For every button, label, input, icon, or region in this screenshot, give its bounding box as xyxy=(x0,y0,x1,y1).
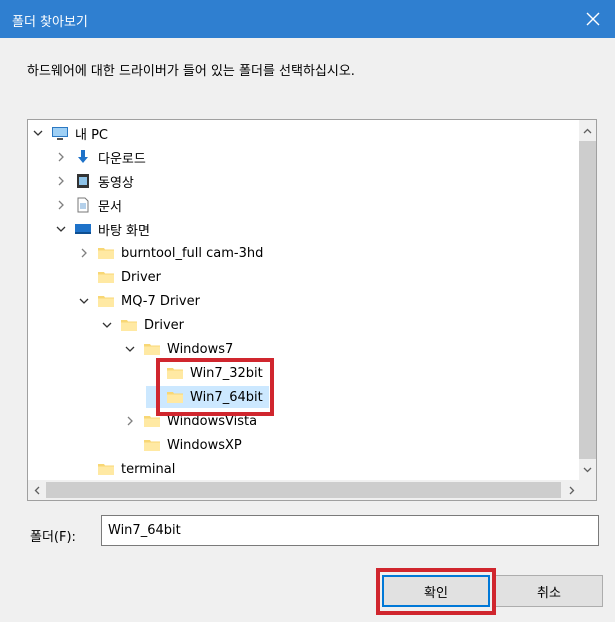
chevron-down-icon[interactable] xyxy=(54,222,68,236)
close-button[interactable] xyxy=(571,0,615,38)
tree-item[interactable]: 문서 xyxy=(54,194,122,216)
vertical-scroll-thumb[interactable] xyxy=(579,141,596,459)
chevron-down-icon[interactable] xyxy=(100,318,114,332)
chevron-right-icon[interactable] xyxy=(54,150,68,164)
tree-item[interactable]: Win7_64bit xyxy=(146,386,269,408)
chevron-right-icon xyxy=(569,486,575,494)
folder-icon xyxy=(120,317,138,333)
folder-icon xyxy=(97,293,115,309)
chevron-down-icon[interactable] xyxy=(77,294,91,308)
folder-tree[interactable]: 내 PC 다운로드동영상문서바탕 화면 burntool_full cam-3hd D… xyxy=(27,119,597,501)
tree-item-label: burntool_full cam-3hd xyxy=(121,245,264,261)
video-icon xyxy=(74,173,92,189)
tree-item[interactable]: terminal xyxy=(77,458,175,480)
tree-item[interactable]: WindowsVista xyxy=(123,410,257,432)
folder-icon xyxy=(143,413,161,429)
document-icon xyxy=(74,197,92,213)
chevron-right-icon[interactable] xyxy=(123,414,137,428)
folder-icon xyxy=(97,461,115,477)
tree-item[interactable]: 다운로드 xyxy=(54,146,146,168)
tree-item-label: Win7_32bit xyxy=(190,365,263,381)
pc-icon xyxy=(51,125,69,141)
tree-item-label: 바탕 화면 xyxy=(98,223,150,239)
tree-item-label: 문서 xyxy=(98,199,122,215)
tree-item-label: 내 PC xyxy=(75,127,109,143)
tree-item-label: terminal xyxy=(121,461,176,477)
folder-field-label: 폴더(F): xyxy=(30,530,76,545)
chevron-left-icon xyxy=(34,486,40,494)
close-icon xyxy=(586,12,600,26)
horizontal-scrollbar[interactable] xyxy=(28,480,581,500)
folder-field[interactable] xyxy=(101,515,599,546)
tree-item[interactable]: 동영상 xyxy=(54,170,134,192)
folder-icon xyxy=(166,365,184,381)
tree-item[interactable]: WindowsXP xyxy=(123,434,242,456)
tree-item[interactable]: 바탕 화면 xyxy=(54,218,150,240)
tree-item[interactable]: Windows7 xyxy=(123,338,233,360)
tree-item-label: Windows7 xyxy=(167,341,234,357)
tree-item[interactable]: 내 PC xyxy=(31,122,108,144)
tree-item[interactable]: Driver xyxy=(100,314,184,336)
tree-item-label: Win7_64bit xyxy=(190,389,263,405)
folder-icon xyxy=(97,245,115,261)
download-icon xyxy=(74,149,92,165)
chevron-right-icon[interactable] xyxy=(77,246,91,260)
tree-item-label: MQ-7 Driver xyxy=(121,293,200,309)
tree-item-label: WindowsXP xyxy=(167,437,242,453)
chevron-up-icon xyxy=(583,128,592,133)
folder-icon xyxy=(166,389,184,405)
chevron-down-icon[interactable] xyxy=(123,342,137,356)
chevron-down-icon xyxy=(583,467,592,472)
chevron-down-icon[interactable] xyxy=(31,126,45,140)
tree-item-label: Driver xyxy=(121,269,162,285)
cancel-button[interactable]: 취소 xyxy=(495,575,603,607)
chevron-right-icon[interactable] xyxy=(54,198,68,212)
browse-folder-dialog: 폴더 찾아보기 하드웨어에 대한 드라이버가 들어 있는 폴더를 선택하십시오.… xyxy=(0,0,615,622)
scroll-up-arrow[interactable] xyxy=(579,120,596,141)
window-title: 폴더 찾아보기 xyxy=(12,15,88,30)
tree-item-label: WindowsVista xyxy=(167,413,258,429)
scroll-left-arrow[interactable] xyxy=(28,480,46,500)
folder-icon xyxy=(97,269,115,285)
tree-item[interactable]: Win7_32bit xyxy=(146,362,263,384)
tree-item-label: Driver xyxy=(144,317,185,333)
folder-icon xyxy=(143,437,161,453)
instruction-text: 하드웨어에 대한 드라이버가 들어 있는 폴더를 선택하십시오. xyxy=(27,64,355,79)
chevron-right-icon[interactable] xyxy=(54,174,68,188)
scrollbar-corner xyxy=(579,480,596,500)
horizontal-scroll-thumb[interactable] xyxy=(46,482,561,498)
title-bar: 폴더 찾아보기 xyxy=(0,0,615,38)
tree-item-label: 동영상 xyxy=(98,175,134,191)
tree-item[interactable]: burntool_full cam-3hd xyxy=(77,242,263,264)
vertical-scrollbar[interactable] xyxy=(579,120,596,480)
tree-item-label: 다운로드 xyxy=(98,151,146,167)
desktop-icon xyxy=(74,221,92,237)
ok-button[interactable]: 확인 xyxy=(382,575,490,607)
tree-item[interactable]: Driver xyxy=(77,266,161,288)
folder-icon xyxy=(143,341,161,357)
tree-item[interactable]: MQ-7 Driver xyxy=(77,290,200,312)
scroll-down-arrow[interactable] xyxy=(579,459,596,480)
